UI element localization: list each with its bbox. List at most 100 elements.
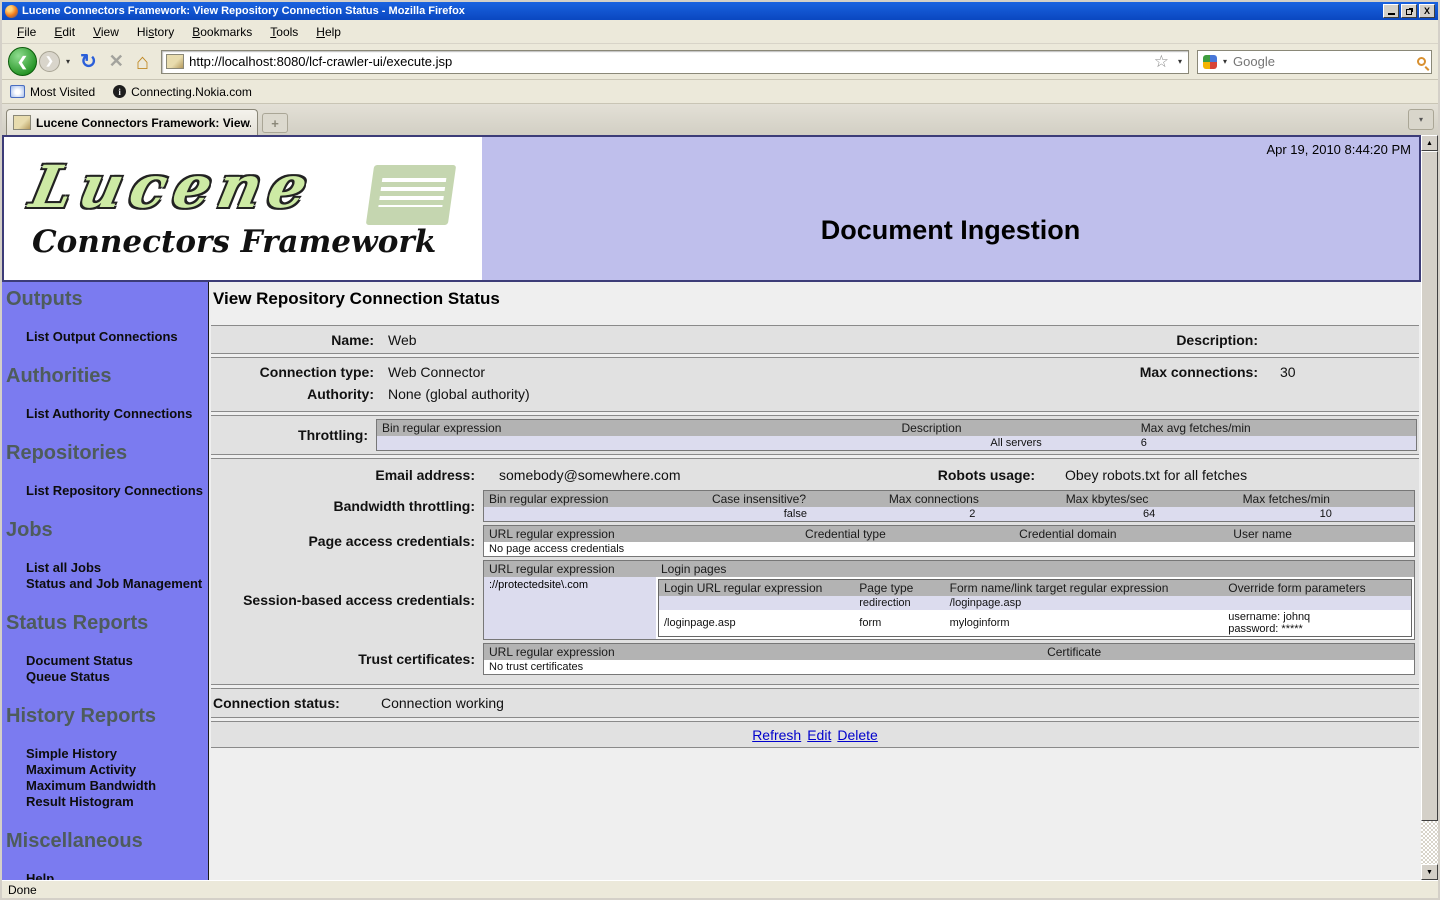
- bookmark-connecting-nokia[interactable]: i Connecting.Nokia.com: [113, 85, 252, 99]
- sidebar-section-history-reports: History Reports: [6, 705, 208, 728]
- login-row-override: username: johnq password: *****: [1223, 610, 1411, 637]
- minimize-button[interactable]: [1383, 4, 1399, 18]
- google-logo-icon: [1203, 55, 1217, 69]
- firefox-icon: [5, 5, 18, 18]
- search-input[interactable]: [1233, 54, 1413, 69]
- session-access-label: Session-based access credentials:: [211, 592, 483, 608]
- scroll-down-button[interactable]: ▼: [1421, 864, 1438, 880]
- address-bar[interactable]: ☆ ▾: [161, 50, 1189, 74]
- search-bar[interactable]: ▾: [1197, 50, 1432, 74]
- sidebar-item-help[interactable]: Help: [26, 871, 208, 880]
- stop-button[interactable]: ✕: [105, 51, 128, 72]
- tab-label: Lucene Connectors Framework: View...: [36, 116, 251, 130]
- throttling-table: Bin regular expression Description Max a…: [376, 419, 1417, 451]
- login-row-url: /loginpage.asp: [659, 610, 855, 637]
- vertical-scrollbar[interactable]: ▲ ▼: [1421, 135, 1438, 880]
- page-access-header-user: User name: [1228, 526, 1414, 543]
- home-button[interactable]: ⌂: [132, 52, 153, 72]
- bookmark-most-visited[interactable]: Most Visited: [10, 85, 95, 99]
- back-button[interactable]: ❮: [8, 47, 37, 76]
- menu-bookmarks[interactable]: Bookmarks: [183, 22, 261, 42]
- sidebar-item-list-repository-connections[interactable]: List Repository Connections: [26, 483, 208, 499]
- trust-certificates-label: Trust certificates:: [211, 651, 483, 667]
- email-label: Email address:: [211, 467, 483, 483]
- login-row-override: [1223, 596, 1411, 610]
- sidebar-item-simple-history[interactable]: Simple History: [26, 746, 208, 762]
- sidebar-item-maximum-activity[interactable]: Maximum Activity: [26, 762, 208, 778]
- url-input[interactable]: [189, 54, 1147, 69]
- max-connections-value: 30: [1258, 364, 1419, 380]
- history-dropdown-icon[interactable]: ▾: [64, 57, 72, 66]
- email-value: somebody@somewhere.com: [483, 467, 928, 483]
- name-label: Name:: [211, 332, 374, 348]
- page-access-header-domain: Credential domain: [1014, 526, 1228, 543]
- throttling-header-description: Description: [897, 420, 1136, 437]
- page-access-empty-message: No page access credentials: [484, 542, 1415, 557]
- action-links-row: Refresh Edit Delete: [211, 721, 1419, 748]
- sidebar-item-document-status[interactable]: Document Status: [26, 653, 208, 669]
- bandwidth-kbytes-value: 64: [1061, 507, 1238, 522]
- title-bar: Lucene Connectors Framework: View Reposi…: [2, 2, 1438, 20]
- authority-label: Authority:: [211, 386, 374, 402]
- menu-history[interactable]: History: [128, 22, 183, 42]
- menu-help[interactable]: Help: [307, 22, 350, 42]
- sidebar-item-list-authority-connections[interactable]: List Authority Connections: [26, 406, 208, 422]
- reload-button[interactable]: ↻: [76, 49, 101, 74]
- menu-file[interactable]: File: [8, 22, 45, 42]
- override-password: password: *****: [1228, 623, 1406, 635]
- login-header-override: Override form parameters: [1223, 580, 1411, 597]
- sidebar-item-maximum-bandwidth[interactable]: Maximum Bandwidth: [26, 778, 208, 794]
- sidebar-section-repositories: Repositories: [6, 442, 208, 465]
- connection-status-label: Connection status:: [211, 695, 381, 711]
- navigation-toolbar: ❮ ❯ ▾ ↻ ✕ ⌂ ☆ ▾ ▾: [2, 44, 1438, 80]
- menu-bar: File Edit View History Bookmarks Tools H…: [2, 20, 1438, 44]
- timestamp: Apr 19, 2010 8:44:20 PM: [1266, 142, 1411, 157]
- bandwidth-header-bin: Bin regular expression: [484, 491, 707, 508]
- info-icon: i: [113, 85, 126, 98]
- page-access-label: Page access credentials:: [211, 533, 483, 549]
- bandwidth-fetches-value: 10: [1238, 507, 1415, 522]
- sidebar-item-list-all-jobs[interactable]: List all Jobs: [26, 560, 208, 576]
- sidebar-item-status-job-management[interactable]: Status and Job Management: [26, 576, 208, 592]
- sidebar-section-outputs: Outputs: [6, 288, 208, 311]
- menu-edit[interactable]: Edit: [45, 22, 84, 42]
- search-engine-dropdown-icon[interactable]: ▾: [1221, 57, 1229, 66]
- tab-active[interactable]: Lucene Connectors Framework: View...: [6, 109, 258, 135]
- scrollbar-thumb[interactable]: [1421, 151, 1438, 821]
- forward-button[interactable]: ❯: [39, 51, 60, 72]
- close-button[interactable]: X: [1419, 4, 1435, 18]
- bookmark-star-icon[interactable]: ☆: [1152, 52, 1171, 72]
- name-row: Name: Web Description:: [211, 325, 1419, 354]
- menu-view[interactable]: View: [84, 22, 128, 42]
- refresh-link[interactable]: Refresh: [752, 727, 801, 743]
- page-header: Lucene Connectors Framework Apr 19, 2010…: [2, 135, 1421, 282]
- edit-link[interactable]: Edit: [807, 727, 831, 743]
- banner: Apr 19, 2010 8:44:20 PM Document Ingesti…: [482, 137, 1419, 280]
- sidebar-item-queue-status[interactable]: Queue Status: [26, 669, 208, 685]
- throttling-description-value: All servers: [897, 436, 1136, 451]
- session-url-value: ://protectedsite\.com: [484, 577, 656, 639]
- new-tab-button[interactable]: +: [262, 113, 288, 133]
- throttling-label: Throttling:: [211, 427, 374, 443]
- trust-table: URL regular expression Certificate No tr…: [483, 643, 1415, 675]
- bookmark-dropdown-icon[interactable]: ▾: [1176, 57, 1184, 66]
- search-magnifier-icon[interactable]: [1417, 57, 1426, 66]
- login-header-pagetype: Page type: [854, 580, 944, 597]
- menu-tools[interactable]: Tools: [261, 22, 307, 42]
- delete-link[interactable]: Delete: [837, 727, 877, 743]
- connection-status-value: Connection working: [381, 695, 504, 711]
- tab-list-button[interactable]: ▾: [1408, 109, 1434, 130]
- session-table: URL regular expression Login pages ://pr…: [483, 560, 1415, 640]
- lucene-logo: Lucene Connectors Framework: [4, 137, 482, 280]
- page-favicon-icon: [166, 54, 184, 69]
- restore-button[interactable]: [1401, 4, 1417, 18]
- sidebar-item-list-output-connections[interactable]: List Output Connections: [26, 329, 208, 345]
- scroll-up-button[interactable]: ▲: [1421, 135, 1438, 151]
- login-row-url: [659, 596, 855, 610]
- sidebar-nav: Outputs List Output Connections Authorit…: [2, 282, 209, 880]
- sidebar-item-result-histogram[interactable]: Result Histogram: [26, 794, 208, 810]
- login-header-form: Form name/link target regular expression: [945, 580, 1224, 597]
- bandwidth-case-value: false: [707, 507, 884, 522]
- page-access-table: URL regular expression Credential type C…: [483, 525, 1415, 557]
- bandwidth-bin-value: [484, 507, 707, 522]
